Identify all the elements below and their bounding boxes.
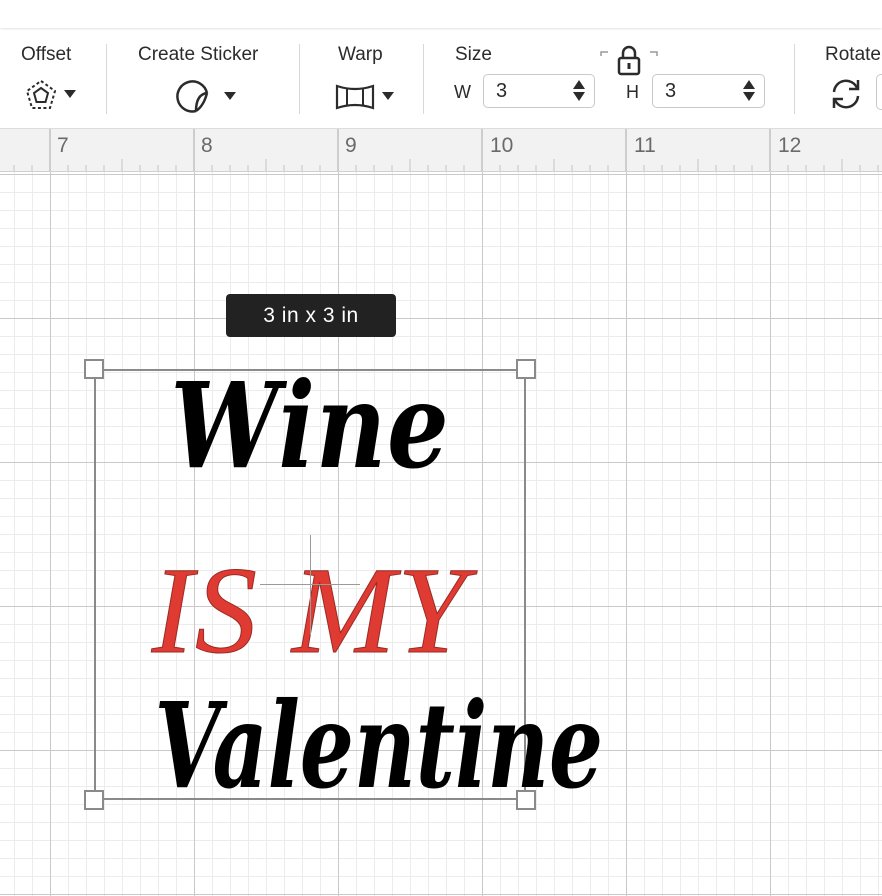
ruler-number: 11 <box>634 134 656 157</box>
rotate-icon[interactable] <box>828 76 864 112</box>
width-stepper[interactable] <box>572 80 586 104</box>
separator <box>106 44 107 114</box>
design-text-line-1[interactable]: Wine <box>133 356 487 495</box>
design-text-line-3[interactable]: Valentine <box>154 676 603 815</box>
width-field[interactable] <box>483 74 595 108</box>
stepper-down-icon[interactable] <box>573 92 585 101</box>
size-group: Size W H <box>430 30 790 126</box>
warp-group[interactable]: Warp <box>310 30 422 126</box>
rotate-label: Rotate <box>825 44 881 65</box>
ruler-number: 8 <box>201 134 213 157</box>
stepper-up-icon[interactable] <box>743 80 755 89</box>
resize-handle-bottom-left[interactable] <box>84 790 104 810</box>
top-strip <box>0 0 882 28</box>
stepper-down-icon[interactable] <box>743 92 755 101</box>
warp-label: Warp <box>338 44 383 65</box>
separator <box>794 44 795 114</box>
size-tooltip: 3 in x 3 in <box>226 294 396 337</box>
center-crosshair <box>260 584 360 585</box>
rotate-group[interactable]: Rotate <box>800 30 882 126</box>
create-sticker-label: Create Sticker <box>138 44 259 65</box>
lock-icon[interactable] <box>600 44 658 78</box>
center-crosshair <box>310 535 311 635</box>
resize-handle-top-right[interactable] <box>516 359 536 379</box>
width-label: W <box>454 82 471 102</box>
separator <box>299 44 300 114</box>
height-stepper[interactable] <box>742 80 756 104</box>
height-field[interactable] <box>652 74 765 108</box>
warp-icon[interactable] <box>334 82 376 112</box>
horizontal-ruler: 7 8 9 10 11 12 <box>0 128 882 172</box>
width-input[interactable] <box>490 78 572 104</box>
create-sticker-dropdown-caret-icon[interactable] <box>224 92 236 100</box>
create-sticker-group[interactable]: Create Sticker <box>120 30 298 126</box>
height-label: H <box>626 82 639 102</box>
warp-dropdown-caret-icon[interactable] <box>382 92 394 100</box>
offset-dropdown-caret-icon[interactable] <box>64 90 76 98</box>
height-input[interactable] <box>659 78 741 104</box>
edit-toolbar: Offset Create Sticker Warp Size W 3 H 3 … <box>0 30 882 126</box>
ruler-ticks <box>13 129 879 171</box>
ruler-number: 7 <box>57 134 69 157</box>
size-label: Size <box>455 44 492 65</box>
separator <box>423 44 424 114</box>
offset-group[interactable]: Offset <box>0 30 105 126</box>
ruler-number: 9 <box>345 134 357 157</box>
resize-handle-top-left[interactable] <box>84 359 104 379</box>
stepper-up-icon[interactable] <box>573 80 585 89</box>
offset-pentagon-icon[interactable] <box>24 78 58 112</box>
ruler-number: 10 <box>490 134 514 157</box>
rotate-field[interactable] <box>876 74 882 110</box>
ruler-number: 12 <box>778 134 802 157</box>
sticker-peel-icon[interactable] <box>174 76 214 116</box>
offset-label: Offset <box>21 44 72 65</box>
